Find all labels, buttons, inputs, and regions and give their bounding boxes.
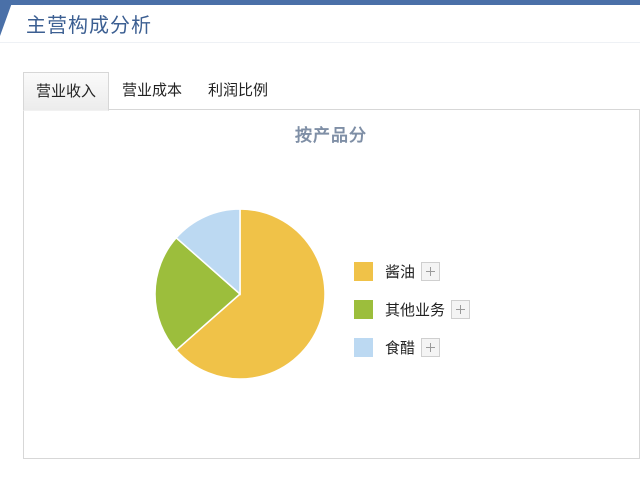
page-title: 主营构成分析	[26, 13, 152, 37]
plus-icon[interactable]	[421, 261, 441, 281]
legend-label: 食醋	[385, 338, 416, 357]
header-divider	[0, 42, 640, 43]
header-accent-bar	[0, 0, 640, 5]
tab-cost[interactable]: 营业成本	[109, 72, 195, 109]
plus-icon[interactable]	[451, 299, 471, 319]
legend-label: 酱油	[385, 262, 416, 281]
plus-icon[interactable]	[421, 337, 441, 357]
legend-swatch	[354, 261, 373, 281]
legend-item-vinegar[interactable]: 食醋	[354, 328, 470, 366]
header-corner-wedge	[0, 0, 13, 36]
chart-legend: 酱油 其他业务 食醋	[354, 252, 471, 366]
legend-label: 其他业务	[385, 300, 446, 319]
chart-panel: 按产品分 酱油 其他业务 食醋	[23, 109, 640, 459]
tab-profit-ratio[interactable]: 利润比例	[195, 72, 281, 109]
pie-chart	[154, 208, 326, 380]
tab-bar: 营业收入 营业成本 利润比例	[23, 72, 281, 111]
legend-item-other-business[interactable]: 其他业务	[354, 290, 471, 328]
legend-swatch	[354, 337, 373, 357]
tab-revenue[interactable]: 营业收入	[23, 72, 110, 111]
legend-swatch	[354, 299, 373, 319]
legend-item-soy-sauce[interactable]: 酱油	[354, 252, 470, 290]
